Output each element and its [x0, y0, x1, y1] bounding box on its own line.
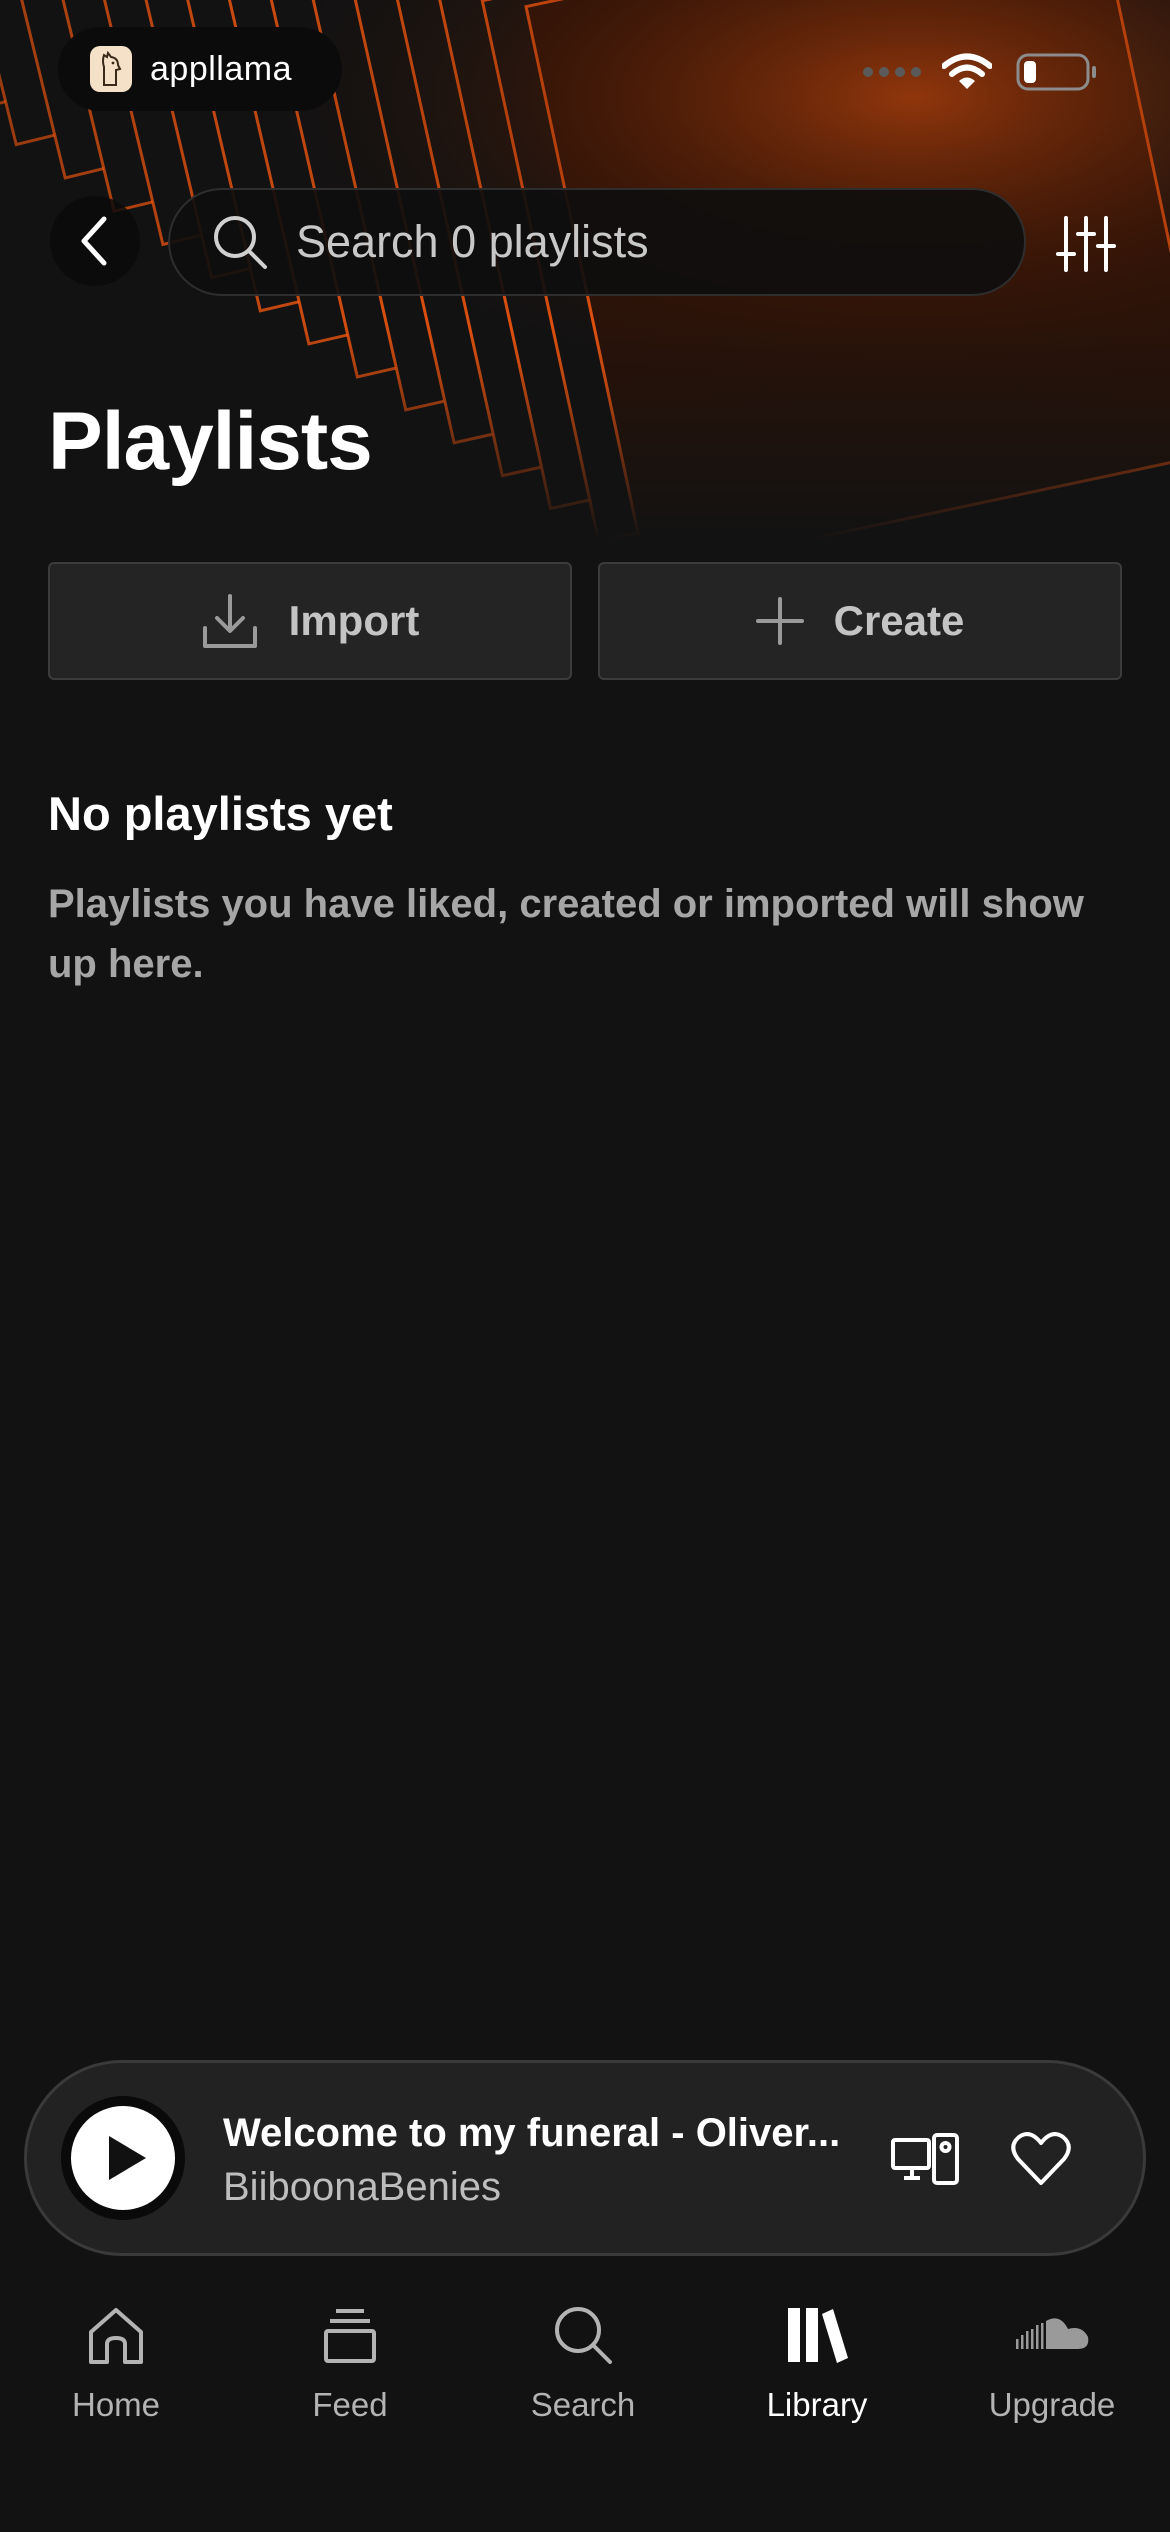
heart-icon: [1011, 2132, 1071, 2185]
track-title: Welcome to my funeral - Oliver...: [223, 2111, 841, 2155]
connect-device-button[interactable]: [887, 2121, 963, 2197]
sliders-icon: [1056, 216, 1116, 272]
empty-state-description: Playlists you have liked, created or imp…: [48, 882, 1084, 986]
play-icon: [109, 2136, 146, 2180]
signal-dots-icon: [863, 67, 921, 77]
nav-upgrade-label: Upgrade: [988, 2386, 1116, 2423]
nav-feed-label: Feed: [312, 2386, 388, 2423]
plus-icon: [755, 597, 804, 645]
empty-state-title: No playlists yet: [48, 787, 393, 840]
llama-logo-icon: [90, 46, 132, 92]
wifi-icon: [942, 53, 992, 89]
mini-player[interactable]: Welcome to my funeral - Oliver... Biiboo…: [24, 2060, 1146, 2256]
play-button[interactable]: [61, 2096, 185, 2220]
create-label: Create: [833, 597, 965, 644]
nav-library-label: Library: [766, 2386, 868, 2423]
create-button[interactable]: Create: [598, 562, 1122, 680]
search-icon: [214, 216, 267, 269]
like-button[interactable]: [1003, 2121, 1079, 2197]
page-title: Playlists: [48, 396, 373, 487]
nav-feed[interactable]: Feed: [250, 2300, 450, 2440]
bottom-navigation: Home Feed Search Library Upgrade: [0, 2290, 1170, 2440]
track-artist: BiiboonaBenies: [223, 2165, 501, 2209]
nav-upgrade[interactable]: Upgrade: [952, 2300, 1152, 2440]
search-playlists-input[interactable]: Search 0 playlists: [168, 188, 1026, 296]
feed-icon: [324, 2300, 376, 2370]
home-icon: [85, 2300, 147, 2370]
nav-home[interactable]: Home: [16, 2300, 216, 2440]
search-placeholder: Search 0 playlists: [296, 216, 649, 267]
filter-button[interactable]: [1048, 206, 1124, 282]
import-button[interactable]: Import: [48, 562, 572, 680]
nav-search-label: Search: [530, 2386, 636, 2423]
nav-home-label: Home: [71, 2386, 161, 2423]
devices-icon: [891, 2133, 959, 2185]
import-label: Import: [288, 597, 420, 644]
battery-icon: [1016, 53, 1096, 91]
nav-library[interactable]: Library: [717, 2300, 917, 2440]
status-pill: appllama: [58, 27, 342, 111]
status-indicators: [862, 50, 1098, 94]
nav-search[interactable]: Search: [483, 2300, 683, 2440]
back-button[interactable]: [50, 196, 140, 286]
search-icon: [552, 2300, 614, 2370]
chevron-left-icon: [81, 216, 107, 266]
download-icon: [201, 592, 259, 650]
library-icon: [786, 2300, 848, 2370]
soundcloud-icon: [1014, 2300, 1090, 2370]
brand-name: appllama: [150, 49, 292, 88]
